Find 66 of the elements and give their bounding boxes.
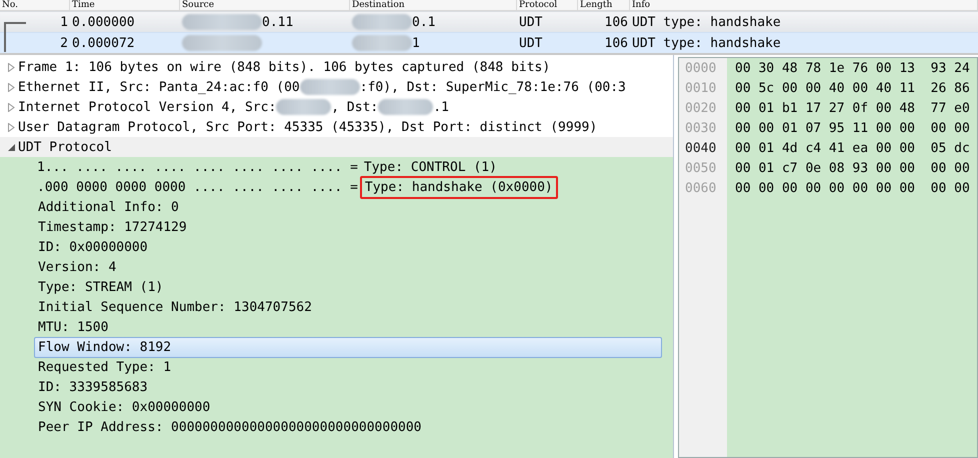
tree-item-text[interactable]: Ethernet II, Src: Panta_24:ac:f0 (00 xyxy=(18,80,300,94)
packet-row[interactable]: 2 0.000072 1 UDT 106 UDT type: handshake xyxy=(0,32,978,53)
tree-item-text[interactable]: User Datagram Protocol, Src Port: 45335 (45335), Dst Port: distinct (9999) xyxy=(18,120,598,134)
blurred-patch xyxy=(352,14,412,30)
hex-bytes: 00 01 4d c4 41 ea 00 00 05 dc xyxy=(735,140,971,158)
packet-protocol: UDT xyxy=(518,36,544,50)
packet-number: 1 xyxy=(59,14,69,30)
packet-row[interactable]: 1 0.000000 0.11 0.1 UDT 106 UDT type: handshake xyxy=(0,11,978,32)
tree-field[interactable]: ID: 3339585683 xyxy=(34,376,152,398)
packet-number: 2 xyxy=(59,36,69,50)
blurred-patch xyxy=(378,99,434,115)
tree-field[interactable]: Type: handshake (0x0000) xyxy=(360,176,558,198)
hex-offset: 0000 xyxy=(685,60,718,78)
bit-mask: 1... .... .... .... .... .... .... .... = xyxy=(36,160,358,174)
column-header[interactable]: Length xyxy=(578,0,630,10)
blurred-patch xyxy=(276,99,332,115)
hex-offset: 0060 xyxy=(685,180,718,198)
tree-field[interactable]: Version: 4 xyxy=(34,256,120,278)
tree-field[interactable]: Peer IP Address: 00000000000000000000000000000000 xyxy=(34,416,426,438)
packet-info: UDT type: handshake xyxy=(631,36,782,50)
packet-info: UDT type: handshake xyxy=(631,14,782,30)
hex-bytes: 00 00 01 07 95 11 00 00 00 00 xyxy=(735,120,971,138)
hex-bytes: 00 5c 00 00 40 00 40 11 26 86 xyxy=(735,80,971,98)
hex-bytes: 00 00 00 00 00 00 00 00 00 00 xyxy=(735,180,971,198)
tree-item-text[interactable]: UDT Protocol xyxy=(18,140,112,154)
column-header[interactable]: Info xyxy=(630,0,978,10)
hex-bytes: 00 30 48 78 1e 76 00 13 93 24 xyxy=(735,60,971,78)
tree-item-text[interactable]: , Dst: xyxy=(331,100,378,114)
tree-item-text[interactable]: .1 xyxy=(433,100,449,114)
tree-field[interactable]: Timestamp: 17274129 xyxy=(34,216,191,238)
destination-address: 1 xyxy=(412,36,420,50)
tree-field[interactable]: MTU: 1500 xyxy=(34,316,112,338)
tree-field[interactable]: SYN Cookie: 0x00000000 xyxy=(34,396,214,418)
tree-field[interactable]: Additional Info: 0 xyxy=(34,196,183,218)
column-header[interactable]: No. xyxy=(0,0,70,10)
destination-address: 0.1 xyxy=(412,14,436,30)
hex-offset: 0040 xyxy=(685,140,718,158)
column-header[interactable]: Time xyxy=(70,0,180,10)
packet-length: 106 xyxy=(604,14,629,30)
tree-field[interactable]: Initial Sequence Number: 1304707562 xyxy=(34,296,316,318)
hex-offset: 0020 xyxy=(685,100,718,118)
source-address: 0.11 xyxy=(262,14,294,30)
hex-bytes: 00 01 b1 17 27 0f 00 48 77 e0 xyxy=(735,100,971,118)
hex-offset: 0010 xyxy=(685,80,718,98)
tree-field[interactable]: Type: STREAM (1) xyxy=(34,276,168,298)
bit-mask: .000 0000 0000 0000 .... .... .... .... = xyxy=(36,180,358,194)
tree-item-text[interactable]: Internet Protocol Version 4, Src: xyxy=(18,100,276,114)
packet-bracket-icon xyxy=(4,22,26,52)
hex-offset: 0050 xyxy=(685,160,718,178)
packet-length: 106 xyxy=(604,36,629,50)
blurred-patch xyxy=(352,35,412,51)
tree-item-text[interactable]: :f0), Dst: SuperMic_78:1e:76 (00:3 xyxy=(360,80,626,94)
blurred-patch xyxy=(300,79,360,95)
tree-field[interactable]: Flow Window: 8192 xyxy=(34,336,662,358)
column-header[interactable]: Protocol xyxy=(517,0,578,10)
tree-field[interactable]: Type: CONTROL (1) xyxy=(360,156,501,178)
packet-protocol: UDT xyxy=(518,14,544,30)
column-header[interactable]: Source xyxy=(180,0,350,10)
tree-field[interactable]: ID: 0x00000000 xyxy=(34,236,152,258)
tree-field[interactable]: Requested Type: 1 xyxy=(34,356,176,378)
hex-bytes: 00 01 c7 0e 08 93 00 00 00 00 xyxy=(735,160,971,178)
hex-offset: 0030 xyxy=(685,120,718,138)
tree-item-text[interactable]: Frame 1: 106 bytes on wire (848 bits). 106 bytes captured (848 bits) xyxy=(18,60,550,74)
packet-time: 0.000072 xyxy=(71,36,136,50)
packet-time: 0.000000 xyxy=(71,14,136,30)
column-header[interactable]: Destination xyxy=(350,0,517,10)
